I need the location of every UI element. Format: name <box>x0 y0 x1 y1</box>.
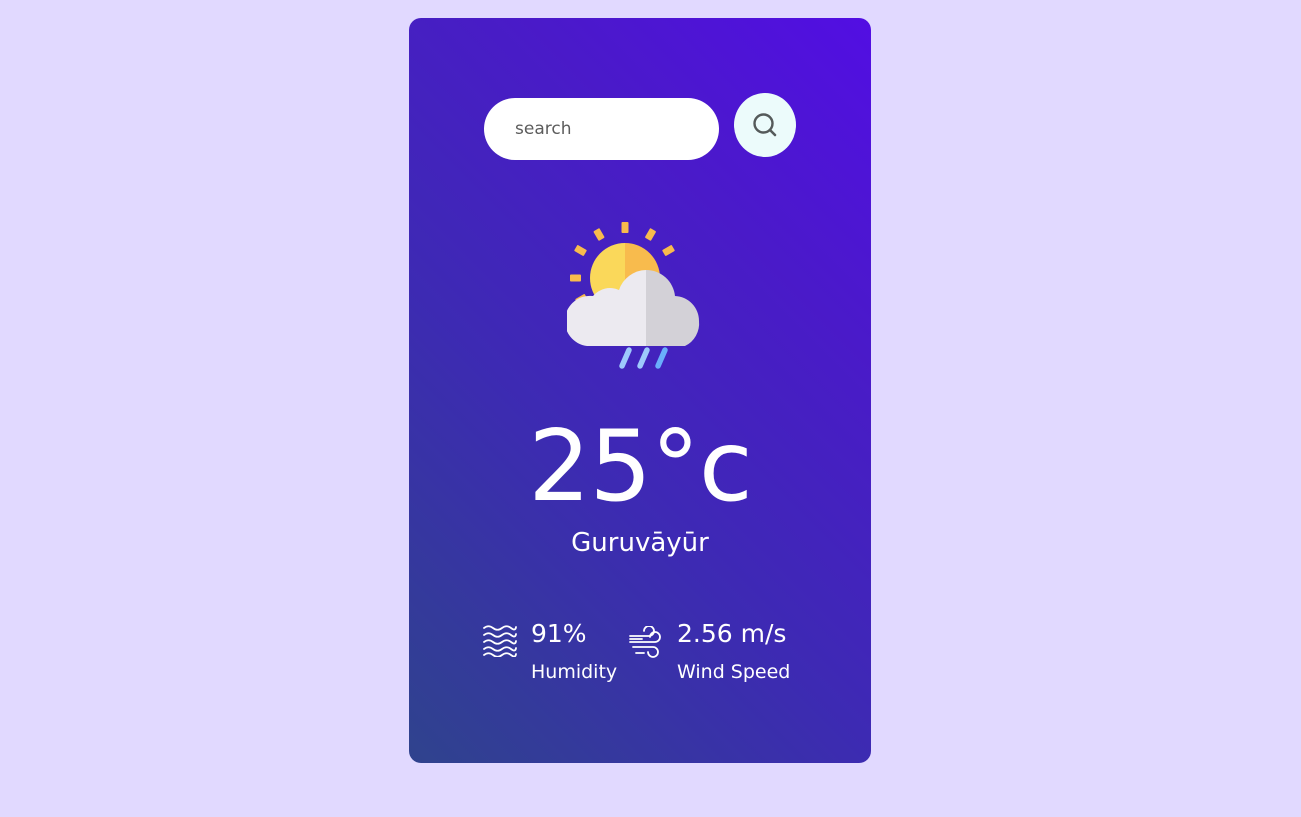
weather-card: 25°c Guruvāyūr 91% Humidity 2.56 m/s Win… <box>409 18 871 763</box>
wind-speed-label: Wind Speed <box>677 661 791 683</box>
temperature: 25°c <box>528 410 753 524</box>
sun-cloud-rain-icon <box>567 222 700 369</box>
wind-icon <box>629 626 661 658</box>
humidity-value: 91% <box>531 619 587 648</box>
search-button[interactable] <box>734 93 796 157</box>
wind-speed-value: 2.56 m/s <box>677 619 787 648</box>
humidity-icon <box>483 625 517 657</box>
search-input[interactable] <box>484 98 719 160</box>
search-icon <box>753 113 777 137</box>
humidity-label: Humidity <box>531 661 618 683</box>
city-name: Guruvāyūr <box>571 528 709 558</box>
